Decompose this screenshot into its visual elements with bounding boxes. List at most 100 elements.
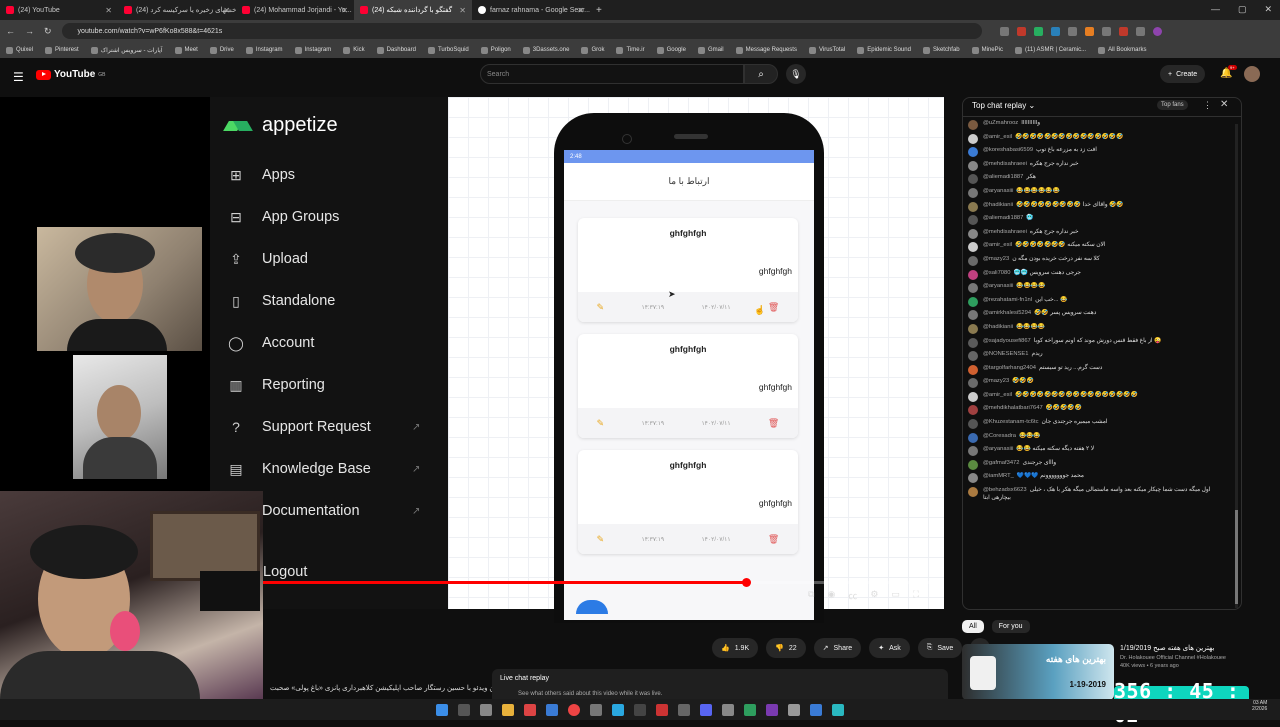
extension-icon[interactable]	[1135, 26, 1145, 36]
close-tab-icon[interactable]: ✕	[223, 6, 230, 15]
browser-tab[interactable]: (24) Mohammad Jorjandi - Yo... ✕	[236, 0, 354, 20]
chat-more-icon[interactable]: ⋮	[1203, 100, 1212, 111]
edit-pencil-icon[interactable]: ✎	[597, 534, 605, 545]
chat-avatar[interactable]	[968, 459, 978, 470]
account-avatar[interactable]	[1244, 66, 1260, 82]
voice-search-button[interactable]: 🎙	[786, 64, 806, 84]
chat-username[interactable]: @mazy23	[983, 378, 1009, 384]
appetize-nav-support-request[interactable]: ? Support Request	[226, 418, 371, 436]
chat-message[interactable]: @mehdisahraeei خبر نداره جرج هکره	[968, 160, 1226, 171]
taskbar-app-icon[interactable]	[546, 703, 558, 716]
chat-avatar[interactable]	[968, 351, 978, 362]
bookmark-item[interactable]: Instagram	[245, 46, 283, 54]
bookmark-item[interactable]: Google	[656, 46, 686, 54]
bookmark-item[interactable]: Time.ir	[616, 46, 645, 54]
theater-mode-icon[interactable]: ▭	[891, 589, 900, 602]
chat-avatar[interactable]	[968, 242, 978, 253]
taskbar-app-icon[interactable]	[678, 703, 690, 716]
bookmark-item[interactable]: TurboSquid	[427, 46, 469, 54]
chat-avatar[interactable]	[968, 160, 978, 171]
appetize-nav-knowledge-base[interactable]: ▤ Knowledge Base	[226, 460, 370, 478]
bookmark-item[interactable]: (11) ASMR | Ceramic...	[1014, 46, 1086, 54]
hamburger-menu-icon[interactable]: ☰	[13, 70, 24, 84]
chat-username[interactable]: @mehdikhalatbari7647	[983, 405, 1043, 411]
taskbar-app-icon[interactable]	[744, 703, 756, 716]
chat-message[interactable]: @iamMRT_ 💙💙💙 محمد جووووووونم	[968, 473, 1226, 484]
share-button[interactable]: ↗ Share	[813, 638, 862, 658]
chat-username[interactable]: @sajadyousefi867	[983, 338, 1031, 344]
chat-avatar[interactable]	[968, 133, 978, 144]
chat-message[interactable]: @amir_esil 🤣🤣🤣🤣🤣🤣🤣 الان سکته میکنه	[968, 242, 1226, 253]
chat-username[interactable]: @aliemadi1887	[983, 215, 1023, 221]
bookmark-item[interactable]: Quixel	[6, 46, 33, 54]
chat-avatar[interactable]	[968, 364, 978, 375]
chat-username[interactable]: @aliemadi1887	[983, 174, 1023, 180]
chat-avatar[interactable]	[968, 228, 978, 239]
chat-avatar[interactable]	[968, 283, 978, 294]
taskbar-app-icon[interactable]	[656, 703, 668, 716]
chat-avatar[interactable]	[968, 432, 978, 443]
chat-message[interactable]: @NONESENSE1 ریدم	[968, 351, 1226, 362]
chat-message[interactable]: @aryanasiii 😂😂 لا ۲ هفته دیگه سکته میکنه	[968, 446, 1226, 457]
chat-username[interactable]: @hadikianii	[983, 324, 1013, 330]
bookmark-item[interactable]: All Bookmarks	[1098, 46, 1146, 54]
chat-message[interactable]: @hadikianii 😂😂😂😂	[968, 323, 1226, 334]
chat-close-icon[interactable]: ✕	[1220, 99, 1228, 110]
appetize-nav-apps[interactable]: ⊞ Apps	[226, 166, 295, 184]
chat-avatar[interactable]	[968, 174, 978, 185]
miniplayer-icon[interactable]: ⧉	[808, 589, 814, 602]
chat-message[interactable]: @Khuzestanam-tc6tc امشب میمیره جرجندی جان	[968, 419, 1226, 430]
search-button[interactable]: ⌕	[744, 64, 778, 84]
chat-message[interactable]: @aliemadi1887 🥶	[968, 215, 1226, 226]
appetize-nav-reporting[interactable]: ▥ Reporting	[226, 376, 325, 394]
telegram-icon[interactable]	[612, 703, 624, 716]
bookmark-item[interactable]: Grok	[581, 46, 604, 54]
chat-avatar[interactable]	[968, 446, 978, 457]
create-button[interactable]: + Create	[1160, 65, 1206, 83]
chat-message[interactable]: @amirkhalesi5294 🤣🤣 دهنت سرویس پسر	[968, 310, 1226, 321]
recommended-video-thumbnail[interactable]: بهترین های هفته 1-19-2019	[962, 644, 1114, 700]
chat-avatar[interactable]	[968, 255, 978, 266]
back-icon[interactable]: ←	[6, 26, 15, 36]
bookmark-item[interactable]: Poligon	[480, 46, 511, 54]
appetize-nav-upload[interactable]: ⇪ Upload	[226, 250, 308, 268]
chat-username[interactable]: @iamMRT_	[983, 473, 1014, 479]
chat-message[interactable]: @mehdikhalatbari7647 🤣🤣🤣🤣🤣	[968, 405, 1226, 416]
chat-message[interactable]: @aryanasiii 😂😂😂😂	[968, 283, 1226, 294]
bookmark-item[interactable]: Instagram	[294, 46, 331, 54]
chat-username[interactable]: @amir_esil	[983, 392, 1012, 398]
bookmark-item[interactable]: Kick	[343, 46, 365, 54]
chat-message[interactable]: @aryanasiii 😂😂😂😂😂😂	[968, 187, 1226, 198]
chat-avatar[interactable]	[968, 419, 978, 430]
chat-message[interactable]: @rezahatami-fn1nl خب این... 😂	[968, 296, 1226, 307]
bookmark-item[interactable]: Pinterest	[45, 46, 79, 54]
chip-all[interactable]: All	[962, 620, 984, 633]
chat-message[interactable]: @sali7080 🥶🥶 جرجی دهنت سرویس	[968, 269, 1226, 280]
chat-username[interactable]: @aryanasiii	[983, 446, 1013, 452]
chat-username[interactable]: @Coresadra	[983, 433, 1016, 439]
save-button[interactable]: ⎘ Save	[917, 638, 963, 658]
recommended-video-title[interactable]: بهترین های هفته صبح 1/19/2019	[1120, 644, 1240, 652]
chat-username[interactable]: @uZmahrooz	[983, 120, 1018, 126]
fullscreen-icon[interactable]: ⛶	[913, 589, 919, 602]
chat-username[interactable]: @gafmaf3472	[983, 460, 1020, 466]
message-card[interactable]: ghfghfgh ghfghfgh ✎ ۱۴:۳۷:۱۹ ۱۴۰۲/۰۷/۱۱ 🗑	[578, 334, 798, 438]
bookmark-item[interactable]: آپارات - سرویس اشتراک	[90, 46, 163, 54]
chat-avatar[interactable]	[968, 120, 978, 130]
bookmark-item[interactable]: Gmail	[697, 46, 724, 54]
browser-tab-active[interactable]: (24) گفتگو با گرداننده شبکه ✕	[354, 0, 472, 20]
appetize-nav-account[interactable]: ◯ Account	[226, 334, 314, 352]
chat-username[interactable]: @NONESENSE1	[983, 351, 1029, 357]
chrome-icon[interactable]	[568, 703, 580, 716]
chat-mode-dropdown[interactable]: Top chat replay ⌄	[972, 101, 1035, 110]
chat-message-list[interactable]: @uZmahrooz واااااااااا @amir_esil 🤣🤣🤣🤣🤣🤣🤣🤣🤣…	[968, 120, 1226, 608]
extension-icon[interactable]	[1118, 26, 1128, 36]
bookmark-item[interactable]: 3Dassets.one	[522, 46, 569, 54]
video-progress-scrubber[interactable]	[742, 578, 751, 587]
chat-avatar[interactable]	[968, 391, 978, 402]
edit-pencil-icon[interactable]: ✎	[597, 302, 605, 313]
taskbar-app-icon[interactable]	[832, 703, 844, 716]
chat-message[interactable]: @hadikianii 🤣🤣🤣🤣🤣🤣🤣🤣🤣 واقاای خدا 🤣🤣	[968, 201, 1226, 212]
close-tab-icon[interactable]: ✕	[577, 6, 584, 15]
chat-username[interactable]: @aryanasiii	[983, 188, 1013, 194]
